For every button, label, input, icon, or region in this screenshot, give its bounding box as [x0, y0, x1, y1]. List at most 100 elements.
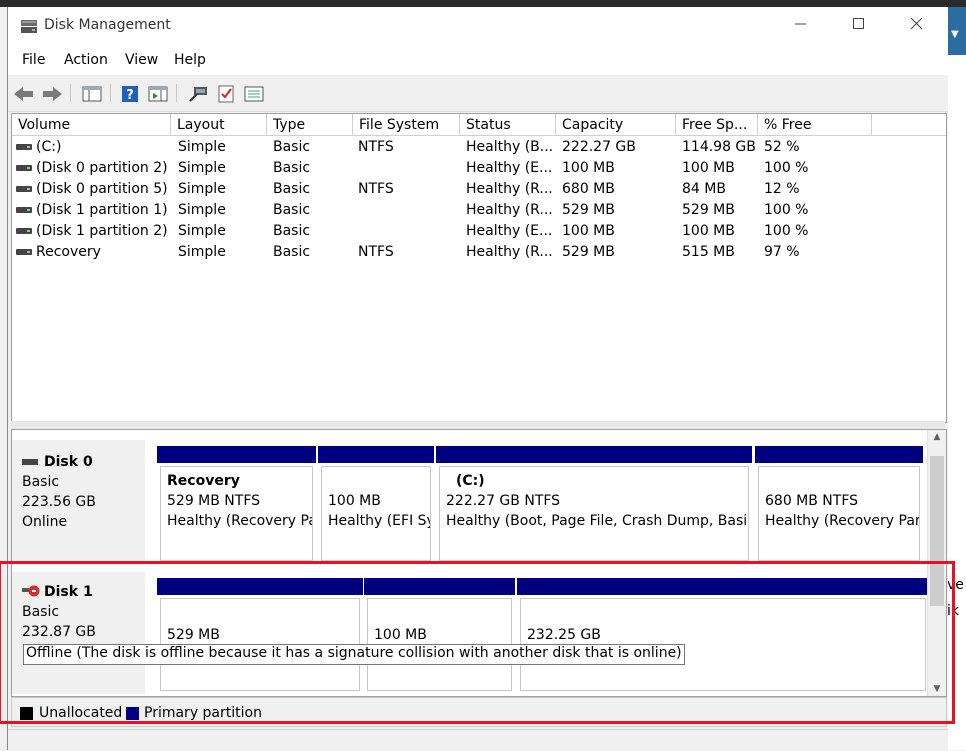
column-header-percent-free[interactable]: % Free — [758, 114, 872, 136]
volume-layout: Simple — [178, 181, 226, 197]
help-button[interactable]: ? — [118, 82, 142, 106]
partition-title: Recovery — [167, 473, 240, 489]
volume-percent-free: 97 % — [764, 244, 800, 260]
disk1-partition-3[interactable]: 232.25 GB — [517, 578, 929, 694]
menu-view[interactable]: View — [125, 52, 158, 68]
column-header-status[interactable]: Status — [460, 114, 556, 136]
table-row[interactable]: (Disk 0 partition 5) Simple Basic NTFS Healt… — [12, 179, 946, 200]
volume-status: Healthy (B... — [466, 139, 554, 155]
background-text-fragment: ve — [947, 577, 964, 593]
close-icon — [910, 17, 923, 30]
partition-size: 680 MB NTFS — [765, 493, 859, 509]
table-row[interactable]: (Disk 0 partition 2) Simple Basic Healthy (… — [12, 158, 946, 179]
volume-percent-free: 100 % — [764, 202, 809, 218]
volume-icon — [16, 249, 32, 255]
column-header-file-system[interactable]: File System — [353, 114, 460, 136]
primary-partition-bar — [436, 446, 752, 463]
volume-capacity: 100 MB — [562, 160, 615, 176]
scroll-up-icon[interactable]: ▲ — [928, 432, 946, 442]
back-button[interactable] — [12, 82, 36, 106]
disk0-info[interactable]: Disk 0 Basic 223.56 GB Online — [12, 440, 145, 564]
console-tree-icon — [82, 86, 102, 102]
volume-icon — [16, 207, 32, 213]
disk0-partition-recovery-2[interactable]: 680 MB NTFS Healthy (Recovery Part — [755, 446, 923, 564]
disk0-state: Online — [22, 514, 68, 530]
desktop-top-edge — [0, 0, 966, 7]
column-header-type[interactable]: Type — [267, 114, 353, 136]
legend-bar: Unallocated Primary partition — [11, 697, 947, 727]
volume-name: (Disk 0 partition 2) — [36, 160, 168, 176]
volume-capacity: 100 MB — [562, 223, 615, 239]
volume-type: Basic — [273, 139, 311, 155]
maximize-icon — [853, 18, 864, 29]
check-button[interactable] — [214, 82, 238, 106]
title-bar[interactable]: Disk Management — [8, 7, 948, 45]
volume-layout: Simple — [178, 139, 226, 155]
volume-free-space: 114.98 GB — [682, 139, 756, 155]
volume-percent-free: 52 % — [764, 139, 800, 155]
close-button[interactable] — [894, 7, 940, 45]
scroll-down-icon[interactable]: ▼ — [928, 684, 946, 694]
column-header-capacity[interactable]: Capacity — [556, 114, 676, 136]
volume-type: Basic — [273, 181, 311, 197]
graphical-view-scrollbar[interactable]: ▲ ▼ — [927, 430, 946, 696]
list-icon — [244, 86, 264, 102]
legend-unallocated: Unallocated — [39, 705, 123, 721]
partition-status: Healthy (Boot, Page File, Crash Dump, Ba… — [446, 513, 749, 529]
volume-capacity: 222.27 GB — [562, 139, 636, 155]
primary-partition-bar — [755, 446, 923, 463]
volume-free-space: 529 MB — [682, 202, 735, 218]
disk1-partition-2[interactable]: 100 MB — [364, 578, 515, 694]
volume-name: (C:) — [36, 139, 62, 155]
volume-status: Healthy (R... — [466, 202, 553, 218]
disk0-partition-efi[interactable]: 100 MB Healthy (EFI Sy — [318, 446, 434, 564]
table-row[interactable]: (C:) Simple Basic NTFS Healthy (B... 222.27 G… — [12, 137, 946, 158]
volume-capacity: 680 MB — [562, 181, 615, 197]
minimize-button[interactable] — [778, 7, 824, 45]
volume-free-space: 84 MB — [682, 181, 726, 197]
forward-button[interactable] — [40, 82, 64, 106]
volume-name: (Disk 1 partition 2) — [36, 223, 168, 239]
volume-name: (Disk 1 partition 1) — [36, 202, 168, 218]
primary-partition-bar — [517, 578, 929, 595]
connect-button[interactable] — [186, 82, 210, 106]
disk1-partition-1[interactable]: 529 MB — [157, 578, 363, 694]
volume-type: Basic — [273, 202, 311, 218]
window-title: Disk Management — [44, 17, 171, 33]
volume-icon — [16, 186, 32, 192]
partition-size: 232.25 GB — [527, 627, 601, 643]
show-hide-console-tree-button[interactable] — [80, 82, 104, 106]
table-row[interactable]: Recovery Simple Basic NTFS Healthy (R... 529 … — [12, 242, 946, 263]
column-header-volume[interactable]: Volume — [12, 114, 171, 136]
disk0-partition-c[interactable]: (C:) 222.27 GB NTFS Healthy (Boot, Page … — [436, 446, 752, 564]
disk1-info[interactable]: Disk 1 Basic 232.87 GB — [12, 572, 145, 694]
menu-action[interactable]: Action — [64, 52, 108, 68]
menu-bar: File Action View Help — [8, 45, 948, 75]
partition-status: Healthy (Recovery Part — [765, 513, 920, 529]
connect-icon — [189, 87, 207, 102]
menu-help[interactable]: Help — [174, 52, 206, 68]
table-row[interactable]: (Disk 1 partition 2) Simple Basic Healthy (… — [12, 221, 946, 242]
volume-layout: Simple — [178, 160, 226, 176]
list-button[interactable] — [242, 82, 266, 106]
toolbar-separator — [110, 84, 111, 102]
disk1-size: 232.87 GB — [22, 624, 96, 640]
disk1-type: Basic — [22, 604, 60, 620]
menu-file[interactable]: File — [22, 52, 45, 68]
column-header-layout[interactable]: Layout — [171, 114, 267, 136]
disk0-partition-recovery[interactable]: Recovery 529 MB NTFS Healthy (Recovery P… — [157, 446, 316, 564]
svg-text:?: ? — [126, 88, 134, 103]
disk0-type: Basic — [22, 474, 60, 490]
volume-percent-free: 12 % — [764, 181, 800, 197]
volume-status: Healthy (E... — [466, 223, 553, 239]
column-header-free-space[interactable]: Free Sp... — [676, 114, 758, 136]
scrollbar-thumb[interactable] — [930, 456, 944, 606]
table-row[interactable]: (Disk 1 partition 1) Simple Basic Healthy (… — [12, 200, 946, 221]
partition-size: 222.27 GB NTFS — [446, 493, 561, 509]
pane-splitter[interactable] — [11, 421, 945, 429]
primary-partition-bar — [318, 446, 434, 463]
maximize-button[interactable] — [836, 7, 882, 45]
properties-button[interactable] — [146, 82, 170, 106]
volume-list[interactable]: Volume Layout Type File System Status Ca… — [11, 113, 947, 423]
volume-type: Basic — [273, 160, 311, 176]
